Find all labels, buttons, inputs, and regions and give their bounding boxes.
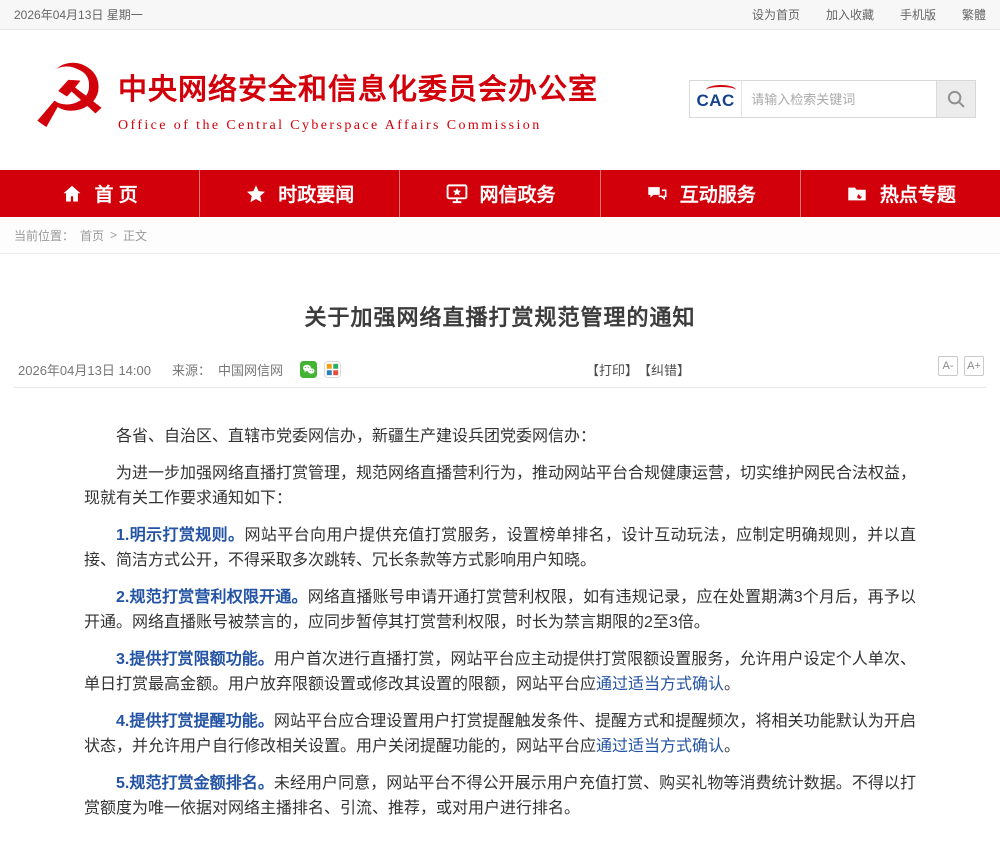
nav-item-hot-topics[interactable]: 热点专题: [801, 170, 1000, 217]
source-label: 来源：: [172, 360, 211, 379]
topbar-date: 2026年04月13日 星期一: [14, 6, 143, 23]
topbar-link-set-home[interactable]: 设为首页: [752, 6, 800, 23]
star-icon: [245, 183, 267, 205]
article-paragraph: 3.提供打赏限额功能。用户首次进行直播打赏，网站平台应主动提供打赏限额设置服务，…: [84, 647, 916, 697]
breadcrumb-current: 正文: [123, 227, 147, 244]
paragraph-highlight: 通过适当方式确认: [596, 676, 724, 693]
article-meta-left: 2026年04月13日 14:00 来源： 中国网信网: [14, 358, 986, 380]
nav-item-interactive-services[interactable]: 互动服务: [601, 170, 801, 217]
share-more-icon[interactable]: [324, 361, 341, 378]
paragraph-lead: 3.提供打赏限额功能。: [116, 651, 274, 668]
chat-icon: [645, 183, 669, 205]
paragraph-lead: 1.明示打赏规则。: [116, 527, 244, 544]
article-datetime: 2026年04月13日 14:00: [18, 360, 151, 379]
topbar: 2026年04月13日 星期一 设为首页 加入收藏 手机版 繁體: [0, 0, 1000, 30]
breadcrumb: 当前位置： 首页 > 正文: [0, 217, 1000, 254]
article: 关于加强网络直播打赏规范管理的通知 2026年04月13日 14:00 来源： …: [0, 254, 1000, 863]
main-nav: 首 页 时政要闻 网信政务 互动服务 热点专题: [0, 170, 1000, 217]
article-paragraph: 5.规范打赏金额排名。未经用户同意，网站平台不得公开展示用户充值打赏、购买礼物等…: [84, 771, 916, 821]
correct-button[interactable]: 【纠错】: [638, 360, 690, 379]
paragraph-text: 。: [724, 738, 740, 755]
paragraph-text: 各省、自治区、直辖市党委网信办，新疆生产建设兵团党委网信办：: [116, 428, 596, 445]
article-paragraph: 为进一步加强网络直播打赏管理，规范网络直播营利行为，推动网站平台合规健康运营，切…: [84, 461, 916, 511]
paragraph-text: 。: [724, 676, 740, 693]
home-icon: [61, 183, 83, 205]
article-body: 各省、自治区、直辖市党委网信办，新疆生产建设兵团党委网信办： 为进一步加强网络直播…: [0, 388, 1000, 863]
party-emblem-icon: ☭: [30, 42, 109, 152]
paragraph-lead: 5.规范打赏金额排名。: [116, 775, 274, 792]
paragraph-lead: 2.规范打赏营利权限开通。: [116, 589, 308, 606]
cac-logo-arc-icon: [706, 85, 736, 95]
paragraph-text: 为进一步加强网络直播打赏管理，规范网络直播营利行为，推动网站平台合规健康运营，切…: [84, 465, 916, 507]
article-meta-actions: 【打印】 【纠错】: [586, 358, 690, 380]
article-title: 关于加强网络直播打赏规范管理的通知: [0, 254, 1000, 332]
print-button[interactable]: 【打印】: [586, 360, 638, 379]
nav-item-cyberspace-affairs[interactable]: 网信政务: [400, 170, 600, 217]
search-box: CAC: [689, 80, 976, 118]
breadcrumb-separator: >: [110, 228, 117, 242]
article-paragraph: 4.提供打赏提醒功能。网站平台应合理设置用户打赏提醒触发条件、提醒方式和提醒频次…: [84, 709, 916, 759]
search-input[interactable]: [742, 81, 936, 117]
article-paragraph: 2.规范打赏营利权限开通。网络直播账号申请开通打赏营利权限，如有违规记录，应在处…: [84, 585, 916, 635]
paragraph-highlight: 通过适当方式确认: [596, 738, 724, 755]
topbar-link-favorites[interactable]: 加入收藏: [826, 6, 874, 23]
topbar-links: 设为首页 加入收藏 手机版 繁體: [752, 6, 986, 23]
folder-icon: [845, 183, 869, 205]
article-meta: 2026年04月13日 14:00 来源： 中国网信网: [14, 358, 986, 388]
nav-item-label: 首 页: [94, 180, 137, 207]
cac-logo: CAC: [690, 81, 742, 117]
font-decrease-button[interactable]: A-: [938, 356, 958, 376]
nav-item-label: 互动服务: [680, 180, 756, 207]
magnifier-icon: [946, 89, 966, 109]
site-title-block[interactable]: 中央网络安全和信息化委员会办公室 Office of the Central C…: [118, 66, 598, 134]
paragraph-lead: 4.提供打赏提醒功能。: [116, 713, 274, 730]
site-header: ☭ 中央网络安全和信息化委员会办公室 Office of the Central…: [0, 30, 1000, 170]
nav-item-label: 时政要闻: [278, 180, 354, 207]
nav-item-home[interactable]: 首 页: [0, 170, 200, 217]
topbar-link-traditional[interactable]: 繁體: [962, 6, 986, 23]
wechat-share-icon[interactable]: [300, 361, 317, 378]
nav-item-label: 热点专题: [880, 180, 956, 207]
font-size-controls: A- A+: [938, 356, 984, 376]
nav-item-politics-news[interactable]: 时政要闻: [200, 170, 400, 217]
search-button[interactable]: [936, 81, 975, 117]
breadcrumb-home[interactable]: 首页: [80, 227, 104, 244]
nav-item-label: 网信政务: [480, 180, 556, 207]
site-subtitle: Office of the Central Cyberspace Affairs…: [118, 118, 598, 134]
article-paragraph: 1.明示打赏规则。网站平台向用户提供充值打赏服务，设置榜单排名，设计互动玩法，应…: [84, 523, 916, 573]
topbar-link-mobile[interactable]: 手机版: [900, 6, 936, 23]
site-title[interactable]: 中央网络安全和信息化委员会办公室: [118, 66, 598, 108]
breadcrumb-label: 当前位置：: [14, 227, 74, 244]
monitor-icon: [445, 182, 469, 205]
source-value: 中国网信网: [218, 360, 283, 379]
font-increase-button[interactable]: A+: [964, 356, 984, 376]
article-paragraph: 各省、自治区、直辖市党委网信办，新疆生产建设兵团党委网信办：: [84, 424, 916, 449]
